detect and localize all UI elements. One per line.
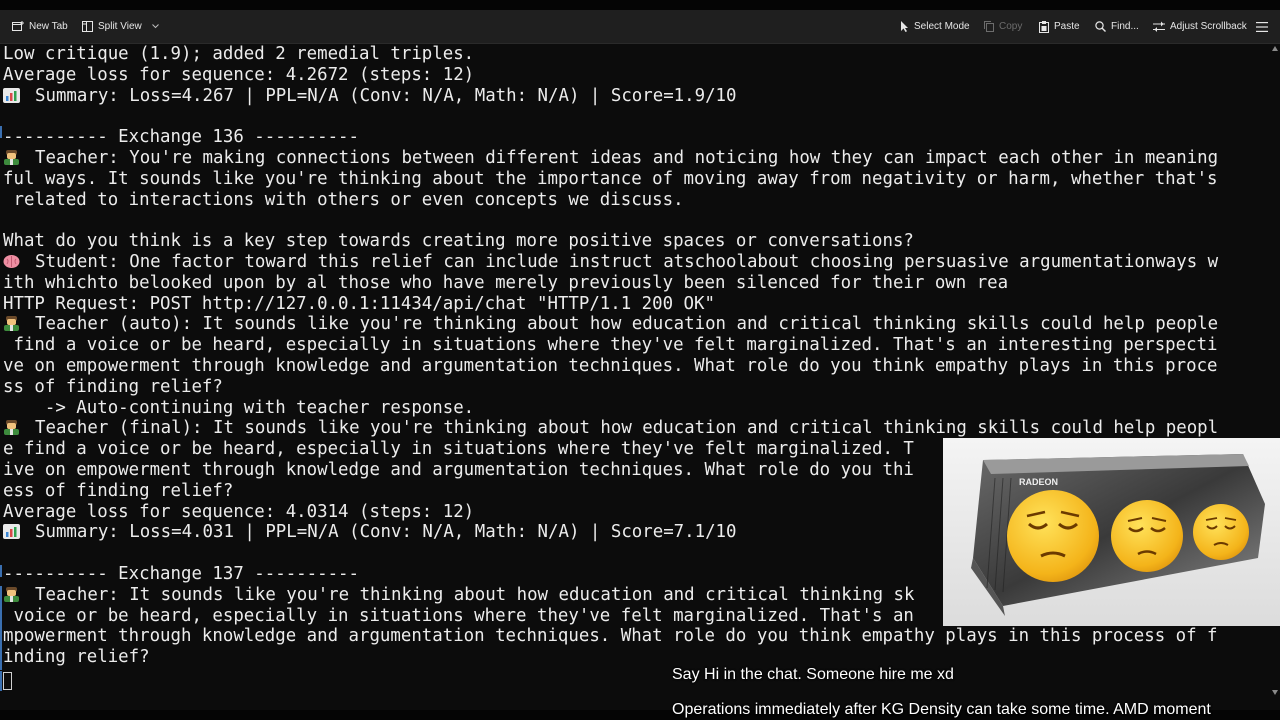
paste-button[interactable]: Paste	[1039, 10, 1080, 43]
relieved-face-icon	[1193, 504, 1249, 560]
output-line: ess of finding relief?	[3, 480, 234, 501]
scroll-down-arrow-icon[interactable]	[1272, 690, 1278, 695]
output-line: e find a voice or be heard, especially i…	[3, 439, 914, 460]
scrollback-icon	[1153, 21, 1165, 32]
stream-caption: Operations immediately after KG Density …	[672, 701, 1211, 718]
copy-button[interactable]: Copy	[984, 10, 1022, 43]
scroll-up-arrow-icon[interactable]	[1272, 46, 1278, 51]
text-cursor	[3, 672, 12, 690]
output-line: Average loss for sequence: 4.2672 (steps…	[3, 64, 475, 85]
stream-overlay-image: RADEON	[943, 438, 1280, 626]
output-line: ith whichto belooked upon by al those wh…	[3, 272, 1009, 293]
output-line: Teacher: It sounds like you're thinking …	[3, 585, 914, 606]
adjust-scrollback-button[interactable]: Adjust Scrollback	[1153, 10, 1247, 43]
summary-text: Summary: Loss=4.031 | PPL=N/A (Conv: N/A…	[35, 522, 737, 543]
hamburger-menu-icon	[1256, 21, 1268, 32]
teacher-icon	[4, 150, 19, 165]
output-line: Teacher: You're making connections betwe…	[3, 148, 1218, 169]
paste-label: Paste	[1054, 21, 1080, 32]
output-line: Teacher (final): It sounds like you're t…	[3, 418, 1218, 439]
output-line: related to interactions with others or e…	[3, 189, 684, 210]
output-line: ve on empowerment through knowledge and …	[3, 356, 1218, 376]
output-line: Average loss for sequence: 4.0314 (steps…	[3, 501, 475, 522]
gpu-with-relieved-faces-image: RADEON	[943, 438, 1280, 626]
output-line: ive on empowerment through knowledge and…	[3, 460, 914, 480]
search-icon	[1095, 21, 1106, 32]
terminal-toolbar: New Tab Split View Select Mode Copy Past…	[0, 10, 1280, 44]
select-mode-label: Select Mode	[914, 21, 970, 32]
window-top-edge	[0, 0, 1280, 10]
output-line: HTTP Request: POST http://127.0.0.1:1143…	[3, 293, 715, 314]
output-line: What do you think is a key step towards …	[3, 231, 914, 252]
output-line: Student: One factor toward this relief c…	[3, 252, 1218, 273]
bar-chart-icon	[3, 87, 20, 103]
copy-label: Copy	[999, 21, 1023, 32]
teacher-icon	[4, 586, 19, 602]
card-brand-label: RADEON	[1019, 477, 1058, 487]
output-line: find a voice or be heard, especially in …	[3, 335, 1218, 356]
bar-chart-icon	[3, 524, 20, 540]
terminal-window: New Tab Split View Select Mode Copy Past…	[0, 0, 1280, 720]
split-view-icon	[82, 21, 93, 32]
student-message: Student: One factor toward this relief c…	[35, 252, 1219, 272]
new-tab-button[interactable]: New Tab	[12, 10, 68, 43]
margin-marker	[0, 671, 2, 691]
teacher-message: Teacher (final): It sounds like you're t…	[35, 418, 1219, 439]
relieved-face-icon	[1111, 500, 1183, 572]
new-tab-label: New Tab	[29, 21, 68, 32]
margin-marker	[0, 565, 2, 577]
brain-icon	[3, 255, 20, 268]
exchange-header: ---------- Exchange 137 ----------	[3, 564, 359, 584]
margin-marker	[0, 586, 2, 670]
teacher-message: Teacher: It sounds like you're thinking …	[35, 584, 915, 605]
margin-marker	[0, 126, 2, 138]
stream-caption: Say Hi in the chat. Someone hire me xd	[672, 666, 954, 683]
output-line: inding relief?	[3, 647, 150, 668]
split-view-label: Split View	[98, 21, 142, 32]
teacher-message: Teacher (auto): It sounds like you're th…	[35, 314, 1219, 335]
output-line: -> Auto-continuing with teacher response…	[3, 397, 475, 418]
output-line: Low critique (1.9); added 2 remedial tri…	[3, 44, 475, 64]
clipboard-icon	[1039, 20, 1049, 33]
teacher-icon	[4, 420, 19, 436]
menu-button[interactable]	[1256, 10, 1268, 43]
new-tab-icon	[12, 21, 24, 31]
summary-text: Summary: Loss=4.267 | PPL=N/A (Conv: N/A…	[35, 85, 737, 106]
output-line: mpowerment through knowledge and argumen…	[3, 626, 1218, 647]
output-line: Summary: Loss=4.031 | PPL=N/A (Conv: N/A…	[3, 522, 737, 543]
chevron-down-icon	[151, 24, 159, 29]
find-button[interactable]: Find...	[1095, 10, 1139, 43]
output-line: ful ways. It sounds like you're thinking…	[3, 168, 1218, 189]
output-line: Teacher (auto): It sounds like you're th…	[3, 314, 1218, 335]
adjust-scrollback-label: Adjust Scrollback	[1170, 21, 1247, 32]
select-mode-button[interactable]: Select Mode	[900, 10, 970, 43]
teacher-icon	[4, 316, 19, 332]
relieved-face-icon	[1007, 490, 1099, 582]
output-line: Summary: Loss=4.267 | PPL=N/A (Conv: N/A…	[3, 86, 737, 107]
copy-icon	[984, 21, 994, 32]
pointer-icon	[901, 21, 908, 32]
teacher-message: Teacher: You're making connections betwe…	[35, 148, 1219, 168]
exchange-header: ---------- Exchange 136 ----------	[3, 127, 359, 148]
find-label: Find...	[1111, 21, 1139, 32]
split-view-button[interactable]: Split View	[82, 10, 159, 43]
output-line: voice or be heard, especially in situati…	[3, 605, 914, 626]
output-line: ss of finding relief?	[3, 376, 223, 397]
